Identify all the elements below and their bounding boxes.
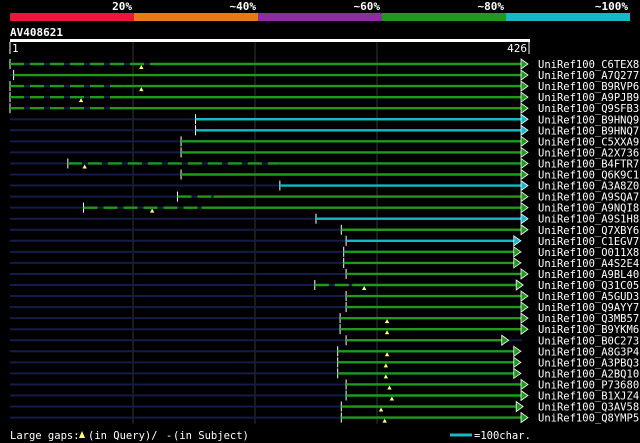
legend-swatch-4	[506, 13, 630, 21]
footer-dash-glyph: -	[166, 430, 172, 442]
legend-label-2: ~60%	[354, 0, 381, 13]
legend-label-4: ~100%	[595, 0, 628, 13]
ruler-start-label: 1	[12, 42, 19, 55]
legend-swatch-3	[382, 13, 506, 21]
legend-label-0: 20%	[112, 0, 132, 13]
footer-in-subject: (in Subject)	[173, 430, 249, 442]
legend-label-3: ~80%	[478, 0, 505, 13]
alignment-coverage-chart: 20% ~40% ~60% ~80% ~100% AV408621 1 426 UniRe…	[0, 0, 640, 443]
legend-swatch-0	[10, 13, 134, 21]
query-name: AV408621	[10, 26, 63, 39]
footer-in-query: (in Query)/	[88, 430, 158, 442]
legend-label-1: ~40%	[230, 0, 257, 13]
hit-name-32: UniRef100_Q8YMP5	[538, 413, 639, 425]
ruler-end-label: 426	[507, 42, 527, 55]
legend-swatch-2	[258, 13, 382, 21]
legend-swatch-1	[134, 13, 258, 21]
footer-scale-label: =100char.	[474, 430, 531, 442]
footer-gaps-label: Large gaps:	[10, 430, 80, 442]
ruler-bar	[10, 39, 530, 42]
